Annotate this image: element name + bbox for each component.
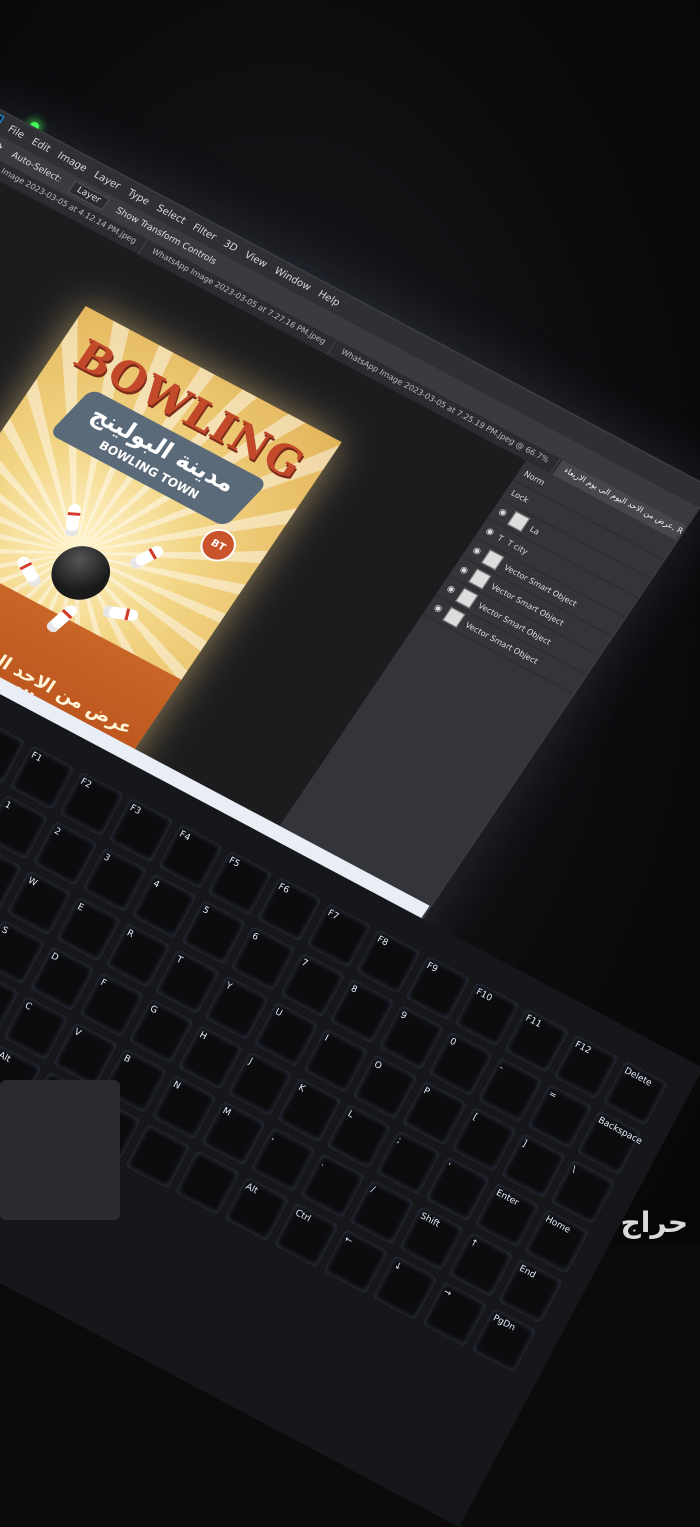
keyboard-key[interactable]: \ [550, 1159, 616, 1225]
move-tool-icon[interactable]: ✥ [0, 141, 4, 153]
eye-icon[interactable]: ◉ [445, 584, 458, 596]
text-layer-icon: T [495, 533, 506, 543]
eye-icon[interactable]: ◉ [458, 564, 471, 576]
layer-thumbnail [442, 606, 466, 628]
menu-item-edit[interactable]: Edit [29, 136, 52, 154]
menu-item-file[interactable]: File [6, 124, 27, 141]
keyboard-key[interactable]: End [497, 1258, 563, 1324]
eye-icon[interactable]: ◉ [470, 545, 483, 557]
badge-text: BT [208, 537, 228, 554]
keyboard-key[interactable]: Backspace [576, 1110, 644, 1176]
layer-thumbnail [480, 549, 505, 571]
touchpad[interactable] [0, 1080, 120, 1220]
photoshop-logo-icon: Ps [0, 109, 5, 131]
keyboard-key[interactable]: Delete [603, 1060, 668, 1126]
layer-name: Norm [522, 469, 547, 487]
layer-name: La [528, 524, 542, 537]
keyboard-key[interactable]: Home [524, 1208, 590, 1274]
layer-thumbnail [468, 568, 492, 590]
keyboard-key[interactable]: PgDn [471, 1307, 537, 1373]
menu-item-3d[interactable]: 3D [221, 238, 240, 254]
layer-thumbnail [506, 510, 530, 532]
eye-icon[interactable]: ◉ [483, 526, 496, 538]
layer-name: Lock [509, 488, 531, 505]
eye-icon[interactable]: ◉ [496, 507, 509, 519]
eye-icon[interactable]: ◉ [432, 603, 445, 615]
haraj-watermark: حراج [621, 1206, 688, 1239]
layer-thumbnail [455, 587, 479, 609]
layer-name: T city [505, 538, 530, 556]
watermark-text: حراج [620, 1206, 688, 1239]
